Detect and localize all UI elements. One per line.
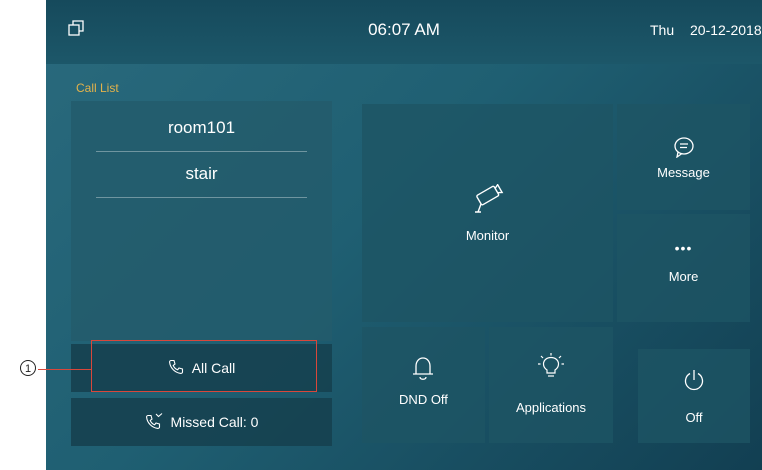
missed-call-label: Missed Call: 0 [170, 414, 259, 430]
status-day: Thu [650, 22, 675, 38]
more-tile[interactable]: ••• More [617, 214, 750, 322]
screen: 06:07 AM Thu 20-12-2018 Call List room10… [46, 0, 762, 470]
annotation-callout-line [38, 369, 92, 370]
applications-tile[interactable]: Applications [489, 327, 613, 443]
applications-label: Applications [515, 400, 587, 415]
message-tile[interactable]: Message [617, 104, 750, 210]
dnd-tile[interactable]: DND Off [362, 327, 485, 443]
power-off-tile[interactable]: Off [638, 349, 750, 443]
status-bar: 06:07 AM Thu 20-12-2018 [46, 0, 762, 64]
message-label: Message [657, 165, 710, 180]
missed-call-button[interactable]: Missed Call: 0 [71, 398, 332, 446]
more-label: More [668, 269, 699, 284]
more-dots-icon: ••• [674, 240, 693, 256]
chat-icon [673, 136, 695, 161]
annotation-number: 1 [20, 360, 36, 376]
camera-icon [472, 183, 504, 217]
contact-item-stair[interactable]: stair [96, 151, 307, 198]
monitor-tile[interactable]: Monitor [362, 104, 613, 322]
call-list-panel: room101 stair [71, 101, 332, 341]
monitor-label: Monitor [465, 228, 510, 243]
missed-call-icon [145, 412, 163, 432]
power-icon [683, 369, 705, 396]
contact-item-room101[interactable]: room101 [96, 105, 307, 152]
bulb-icon [538, 353, 564, 384]
power-off-label: Off [685, 410, 703, 425]
annotation-highlight-box [91, 340, 317, 392]
dnd-label: DND Off [399, 392, 448, 407]
status-date: 20-12-2018 [690, 22, 762, 38]
call-list-title: Call List [76, 81, 119, 95]
bell-icon [412, 355, 434, 386]
